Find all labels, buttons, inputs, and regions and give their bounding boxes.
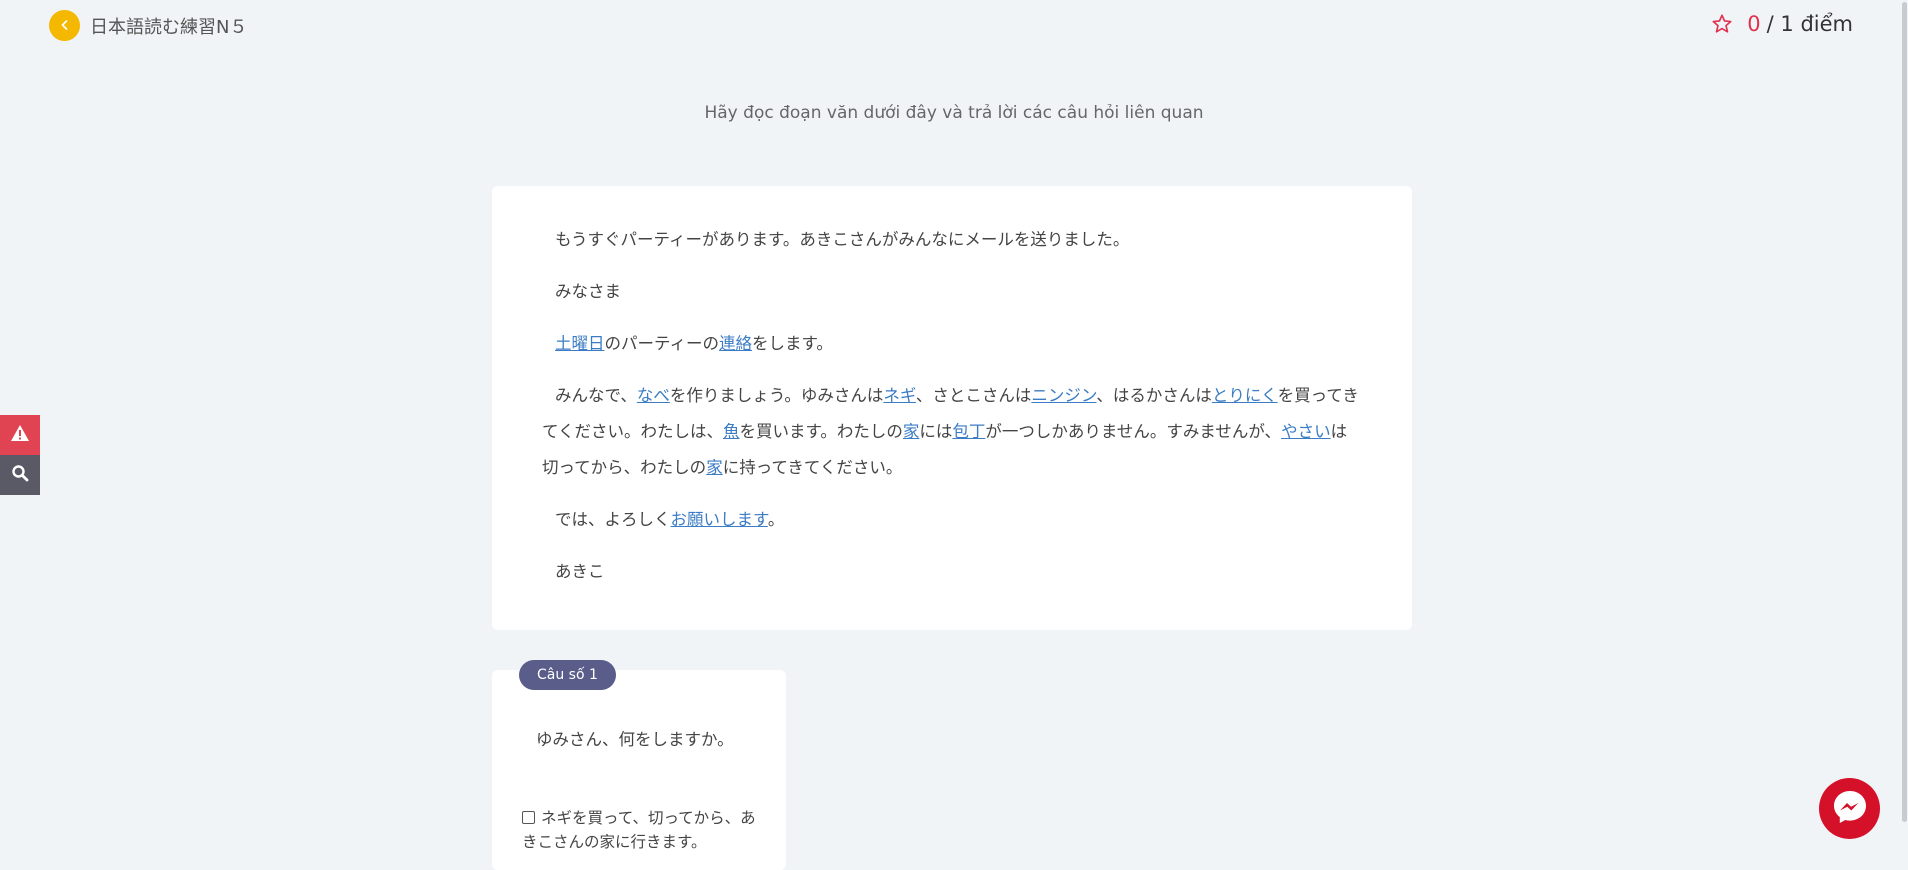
search-button[interactable]: [0, 455, 40, 495]
passage-text: 、はるかさんは: [1096, 386, 1212, 405]
score-current: 0: [1747, 12, 1761, 36]
instruction-text: Hãy đọc đoạn văn dưới đây và trả lời các…: [704, 103, 1204, 123]
vocab-link[interactable]: お願いします: [671, 510, 768, 529]
messenger-chat-button[interactable]: [1819, 778, 1880, 839]
messenger-icon: [1831, 788, 1869, 830]
passage-paragraph: もうすぐパーティーがあります。あきこさんがみんなにメールを送りました。: [555, 230, 1130, 249]
vocab-link[interactable]: やさい: [1281, 422, 1331, 441]
answer-checkbox[interactable]: [522, 811, 535, 824]
reading-passage: もうすぐパーティーがあります。あきこさんがみんなにメールを送りました。 みなさま…: [492, 186, 1412, 630]
score-display: 0 / 1 điểm: [1711, 12, 1853, 36]
chevron-left-icon: [59, 16, 71, 35]
passage-text: に持ってきてください。: [722, 458, 903, 477]
report-button[interactable]: [0, 415, 40, 455]
vocab-link[interactable]: 魚: [723, 422, 740, 441]
answer-option-label: ネギを買って、切ってから、あきこさんの家に行きます。: [522, 809, 756, 851]
page-scrollbar[interactable]: [1900, 0, 1908, 847]
vocab-link[interactable]: 土曜日: [555, 334, 605, 353]
passage-text: には: [919, 422, 953, 441]
passage-text: を作りましょう。ゆみさんは: [669, 386, 884, 405]
vocab-link[interactable]: ニンジン: [1031, 386, 1096, 405]
passage-text: では、よろしく: [555, 510, 671, 529]
passage-paragraph: 土曜日のパーティーの連絡をします。: [542, 326, 1362, 362]
passage-text: 。: [767, 510, 785, 529]
alert-icon: [10, 424, 30, 446]
passage-text: のパーティーの: [604, 334, 720, 353]
passage-greeting: みなさま: [555, 282, 621, 301]
vocab-link[interactable]: 包丁: [952, 422, 985, 441]
search-icon: [11, 464, 29, 486]
vocab-link[interactable]: なべ: [637, 386, 670, 405]
app-title: 日本語読む練習N５: [90, 17, 248, 38]
passage-text: 、さとこさんは: [915, 386, 1032, 405]
question-number-badge: Câu số 1: [519, 660, 616, 690]
score-total: / 1 điểm: [1766, 12, 1853, 36]
vocab-link[interactable]: ネギ: [883, 386, 916, 405]
scrollbar-thumb[interactable]: [1902, 2, 1907, 822]
vocab-link[interactable]: 家: [706, 458, 723, 477]
back-button[interactable]: [49, 10, 80, 41]
vocab-link[interactable]: とりにく: [1212, 386, 1278, 405]
question-text: ゆみさん、何をしますか。: [536, 730, 734, 749]
passage-paragraph: では、よろしくお願いします。: [542, 502, 1362, 538]
passage-text: をします。: [752, 334, 833, 353]
star-icon: [1711, 13, 1733, 35]
passage-text: を買います。わたしの: [739, 422, 903, 441]
vocab-link[interactable]: 連絡: [719, 334, 752, 353]
question-card: Câu số 1 ゆみさん、何をしますか。 ネギを買って、切ってから、あきこさん…: [492, 660, 786, 870]
passage-paragraph: みんなで、なべを作りましょう。ゆみさんはネギ、さとこさんはニンジン、はるかさんは…: [542, 378, 1362, 486]
side-toolbar: [0, 415, 40, 495]
vocab-link[interactable]: 家: [903, 422, 920, 441]
passage-text: みんなで、: [555, 386, 637, 405]
passage-signature: あきこ: [555, 562, 605, 581]
passage-text: が一つしかありません。すみませんが、: [985, 422, 1282, 441]
